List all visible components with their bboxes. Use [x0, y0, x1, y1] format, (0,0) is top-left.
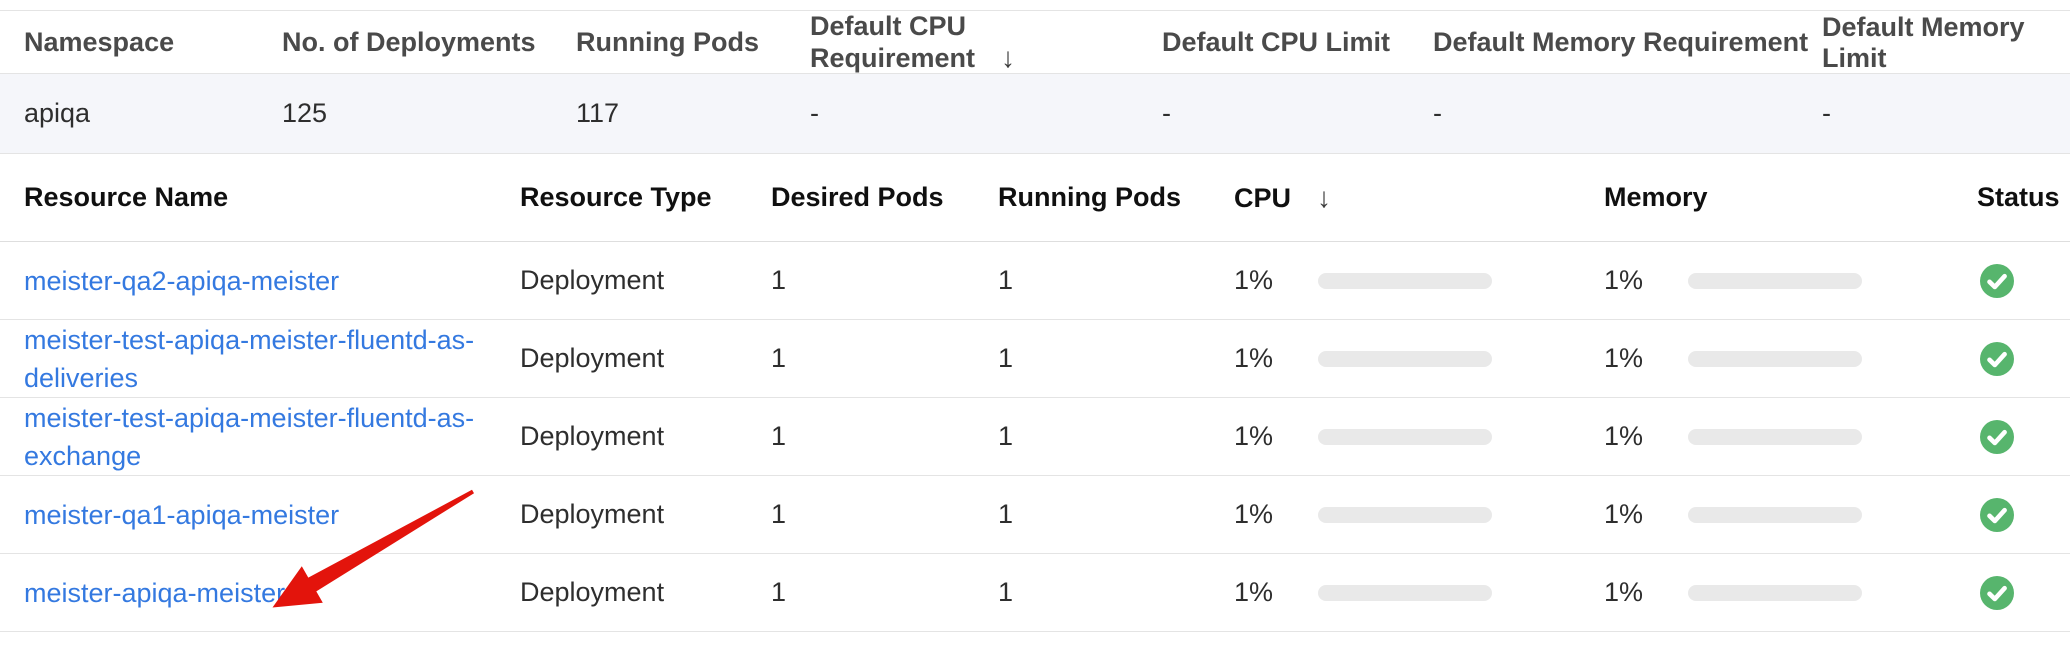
status-ok-icon — [1980, 342, 2014, 376]
column-header-no-of-deployments: No. of Deployments — [282, 27, 576, 58]
sort-descending-icon[interactable]: ↓ — [1317, 182, 1331, 213]
column-header-namespace: Namespace — [24, 27, 282, 58]
table-row: meister-qa1-apiqa-meister Deployment 1 1… — [0, 476, 2070, 554]
column-header-resource-name: Resource Name — [24, 182, 520, 213]
column-header-resource-type: Resource Type — [520, 182, 771, 213]
default-memory-limit-value: - — [1822, 98, 2070, 129]
running-pods-value: 1 — [998, 421, 1234, 452]
resource-link-meister-test-apiqa-meister-fluentd-as-deliveries[interactable]: meister-test-apiqa-meister-fluentd-as-de… — [24, 321, 490, 397]
memory-usage-bar — [1688, 273, 1862, 289]
desired-pods-value: 1 — [771, 421, 998, 452]
cpu-percent: 1% — [1234, 577, 1318, 608]
column-header-default-memory-limit: Default Memory Limit — [1822, 12, 2070, 74]
cpu-usage-cell: 1% — [1234, 499, 1604, 530]
memory-usage-cell: 1% — [1604, 499, 1977, 530]
resource-link-meister-test-apiqa-meister-fluentd-as-exchange[interactable]: meister-test-apiqa-meister-fluentd-as-ex… — [24, 399, 490, 475]
column-header-running-pods: Running Pods — [998, 182, 1234, 213]
status-ok-icon — [1980, 576, 2014, 610]
table-row: meister-test-apiqa-meister-fluentd-as-de… — [0, 320, 2070, 398]
cpu-percent: 1% — [1234, 265, 1318, 296]
status-cell — [1977, 342, 2070, 376]
memory-percent: 1% — [1604, 265, 1688, 296]
desired-pods-value: 1 — [771, 265, 998, 296]
column-header-desired-pods: Desired Pods — [771, 182, 998, 213]
memory-usage-bar — [1688, 585, 1862, 601]
resource-link-meister-apiqa-meister[interactable]: meister-apiqa-meister — [24, 574, 285, 612]
column-header-cpu[interactable]: CPU↓ — [1234, 182, 1604, 214]
column-header-status: Status — [1977, 182, 2070, 213]
cpu-percent: 1% — [1234, 421, 1318, 452]
memory-percent: 1% — [1604, 499, 1688, 530]
resource-type: Deployment — [520, 577, 771, 608]
resource-type: Deployment — [520, 499, 771, 530]
memory-usage-cell: 1% — [1604, 421, 1977, 452]
memory-percent: 1% — [1604, 343, 1688, 374]
resource-link-meister-qa2-apiqa-meister[interactable]: meister-qa2-apiqa-meister — [24, 262, 339, 300]
default-memory-requirement-value: - — [1433, 98, 1822, 129]
desired-pods-value: 1 — [771, 577, 998, 608]
status-ok-icon — [1980, 498, 2014, 532]
cpu-usage-cell: 1% — [1234, 421, 1604, 452]
cpu-usage-bar — [1318, 273, 1492, 289]
memory-usage-cell: 1% — [1604, 577, 1977, 608]
deployments-dashboard: Namespace No. of Deployments Running Pod… — [0, 10, 2070, 652]
table-row: meister-qa2-apiqa-meister Deployment 1 1… — [0, 242, 2070, 320]
namespace-name: apiqa — [24, 98, 282, 129]
memory-usage-bar — [1688, 429, 1862, 445]
table-row: meister-apiqa-meister Deployment 1 1 1% … — [0, 554, 2070, 632]
default-cpu-requirement-value: - — [810, 98, 1162, 129]
status-cell — [1977, 498, 2070, 532]
cpu-percent: 1% — [1234, 499, 1318, 530]
memory-percent: 1% — [1604, 577, 1688, 608]
cpu-percent: 1% — [1234, 343, 1318, 374]
running-pods-value: 1 — [998, 343, 1234, 374]
resource-type: Deployment — [520, 343, 771, 374]
desired-pods-value: 1 — [771, 499, 998, 530]
column-header-running-pods: Running Pods — [576, 27, 810, 58]
column-header-memory: Memory — [1604, 182, 1977, 213]
sort-descending-icon[interactable]: ↓ — [1001, 42, 1015, 73]
resources-table-header: Resource Name Resource Type Desired Pods… — [0, 154, 2070, 242]
status-cell — [1977, 264, 2070, 298]
cpu-usage-bar — [1318, 585, 1492, 601]
memory-usage-bar — [1688, 507, 1862, 523]
desired-pods-value: 1 — [771, 343, 998, 374]
cpu-usage-bar — [1318, 507, 1492, 523]
table-row: meister-test-apiqa-meister-fluentd-as-ex… — [0, 398, 2070, 476]
resource-type: Deployment — [520, 265, 771, 296]
resource-link-meister-qa1-apiqa-meister[interactable]: meister-qa1-apiqa-meister — [24, 496, 339, 534]
memory-usage-bar — [1688, 351, 1862, 367]
memory-usage-cell: 1% — [1604, 343, 1977, 374]
memory-percent: 1% — [1604, 421, 1688, 452]
status-cell — [1977, 420, 2070, 454]
default-cpu-limit-value: - — [1162, 98, 1433, 129]
namespace-table-header: Namespace No. of Deployments Running Pod… — [0, 10, 2070, 74]
resource-type: Deployment — [520, 421, 771, 452]
status-cell — [1977, 576, 2070, 610]
column-header-default-cpu-limit: Default CPU Limit — [1162, 27, 1433, 58]
status-ok-icon — [1980, 420, 2014, 454]
cpu-usage-cell: 1% — [1234, 265, 1604, 296]
cpu-usage-cell: 1% — [1234, 577, 1604, 608]
running-pods-count: 117 — [576, 98, 810, 129]
memory-usage-cell: 1% — [1604, 265, 1977, 296]
running-pods-value: 1 — [998, 265, 1234, 296]
column-header-default-cpu-requirement[interactable]: Default CPU Requirement↓ — [810, 11, 1162, 74]
column-header-default-memory-requirement: Default Memory Requirement — [1433, 27, 1822, 58]
cpu-usage-bar — [1318, 429, 1492, 445]
deployments-count: 125 — [282, 98, 576, 129]
cpu-usage-bar — [1318, 351, 1492, 367]
namespace-row-apiqa: apiqa 125 117 - - - - — [0, 74, 2070, 154]
running-pods-value: 1 — [998, 577, 1234, 608]
cpu-usage-cell: 1% — [1234, 343, 1604, 374]
running-pods-value: 1 — [998, 499, 1234, 530]
status-ok-icon — [1980, 264, 2014, 298]
